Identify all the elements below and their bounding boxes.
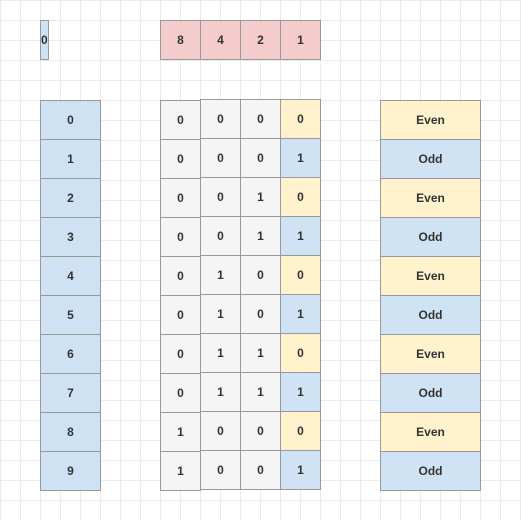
bit-cell: 0 xyxy=(280,99,321,139)
bit-cell: 0 xyxy=(280,177,321,217)
bit-cell: 1 xyxy=(240,333,281,373)
bits-row: 0101 xyxy=(160,295,321,335)
bit-cell: 0 xyxy=(200,216,241,256)
bit-cell: 1 xyxy=(240,177,281,217)
decimal-column: 0123456789 xyxy=(40,100,101,491)
weight-2: 2 xyxy=(240,20,281,60)
bit-cell: 0 xyxy=(160,178,201,218)
parity-cell: Odd xyxy=(380,451,481,491)
bit-cell: 0 xyxy=(200,138,241,178)
weight-8: 8 xyxy=(160,20,201,60)
bit-cell: 0 xyxy=(200,411,241,451)
bit-cell: 0 xyxy=(280,411,321,451)
bit-cell: 0 xyxy=(160,217,201,257)
bits-grid: 0000000100100011010001010110011110001001 xyxy=(160,100,321,491)
decimal-cell: 8 xyxy=(40,412,101,452)
bit-cell: 1 xyxy=(240,216,281,256)
bit-cell: 0 xyxy=(240,99,281,139)
parity-cell: Odd xyxy=(380,373,481,413)
parity-cell: Odd xyxy=(380,139,481,179)
bits-row: 0110 xyxy=(160,334,321,374)
bit-cell: 1 xyxy=(200,372,241,412)
parity-cell: Even xyxy=(380,100,481,140)
bits-row: 0011 xyxy=(160,217,321,257)
bits-row: 0000 xyxy=(160,100,321,140)
parity-cell: Even xyxy=(380,412,481,452)
weight-4: 4 xyxy=(200,20,241,60)
header-top-left: 0 xyxy=(40,20,81,60)
parity-cell: Even xyxy=(380,256,481,296)
bit-cell: 0 xyxy=(240,411,281,451)
bit-cell: 1 xyxy=(280,294,321,334)
bit-cell: 0 xyxy=(160,256,201,296)
parity-column: EvenOddEvenOddEvenOddEvenOddEvenOdd xyxy=(380,100,481,491)
decimal-cell: 7 xyxy=(40,373,101,413)
bit-cell: 0 xyxy=(240,450,281,490)
bits-row: 0001 xyxy=(160,139,321,179)
decimal-cell: 1 xyxy=(40,139,101,179)
bit-cell: 0 xyxy=(280,255,321,295)
bits-row: 1000 xyxy=(160,412,321,452)
top-left-cell: 0 xyxy=(40,20,49,60)
weight-1: 1 xyxy=(280,20,321,60)
decimal-cell: 6 xyxy=(40,334,101,374)
decimal-cell: 0 xyxy=(40,100,101,140)
bits-row: 1001 xyxy=(160,451,321,491)
bit-cell: 1 xyxy=(200,294,241,334)
bit-cell: 1 xyxy=(280,450,321,490)
parity-cell: Odd xyxy=(380,295,481,335)
bit-cell: 1 xyxy=(280,372,321,412)
bit-cell: 1 xyxy=(200,333,241,373)
bit-cell: 0 xyxy=(200,450,241,490)
bit-cell: 0 xyxy=(240,138,281,178)
bits-row: 0010 xyxy=(160,178,321,218)
parity-cell: Even xyxy=(380,178,481,218)
parity-cell: Odd xyxy=(380,217,481,257)
decimal-cell: 5 xyxy=(40,295,101,335)
bit-cell: 1 xyxy=(280,138,321,178)
parity-cell: Even xyxy=(380,334,481,374)
bit-cell: 0 xyxy=(280,333,321,373)
bit-cell: 0 xyxy=(160,100,201,140)
bit-cell: 1 xyxy=(280,216,321,256)
decimal-cell: 3 xyxy=(40,217,101,257)
bits-row: 0111 xyxy=(160,373,321,413)
bits-row: 0100 xyxy=(160,256,321,296)
bit-cell: 0 xyxy=(240,294,281,334)
bit-cell: 0 xyxy=(240,255,281,295)
bit-cell: 1 xyxy=(240,372,281,412)
bit-cell: 0 xyxy=(200,99,241,139)
bit-cell: 0 xyxy=(160,139,201,179)
bit-weight-header: 8 4 2 1 xyxy=(160,20,321,60)
bit-cell: 1 xyxy=(200,255,241,295)
bit-cell: 0 xyxy=(200,177,241,217)
bit-cell: 0 xyxy=(160,373,201,413)
decimal-cell: 2 xyxy=(40,178,101,218)
decimal-cell: 4 xyxy=(40,256,101,296)
bit-cell: 1 xyxy=(160,412,201,452)
decimal-cell: 9 xyxy=(40,451,101,491)
bit-cell: 1 xyxy=(160,451,201,491)
bit-cell: 0 xyxy=(160,334,201,374)
bit-cell: 0 xyxy=(160,295,201,335)
